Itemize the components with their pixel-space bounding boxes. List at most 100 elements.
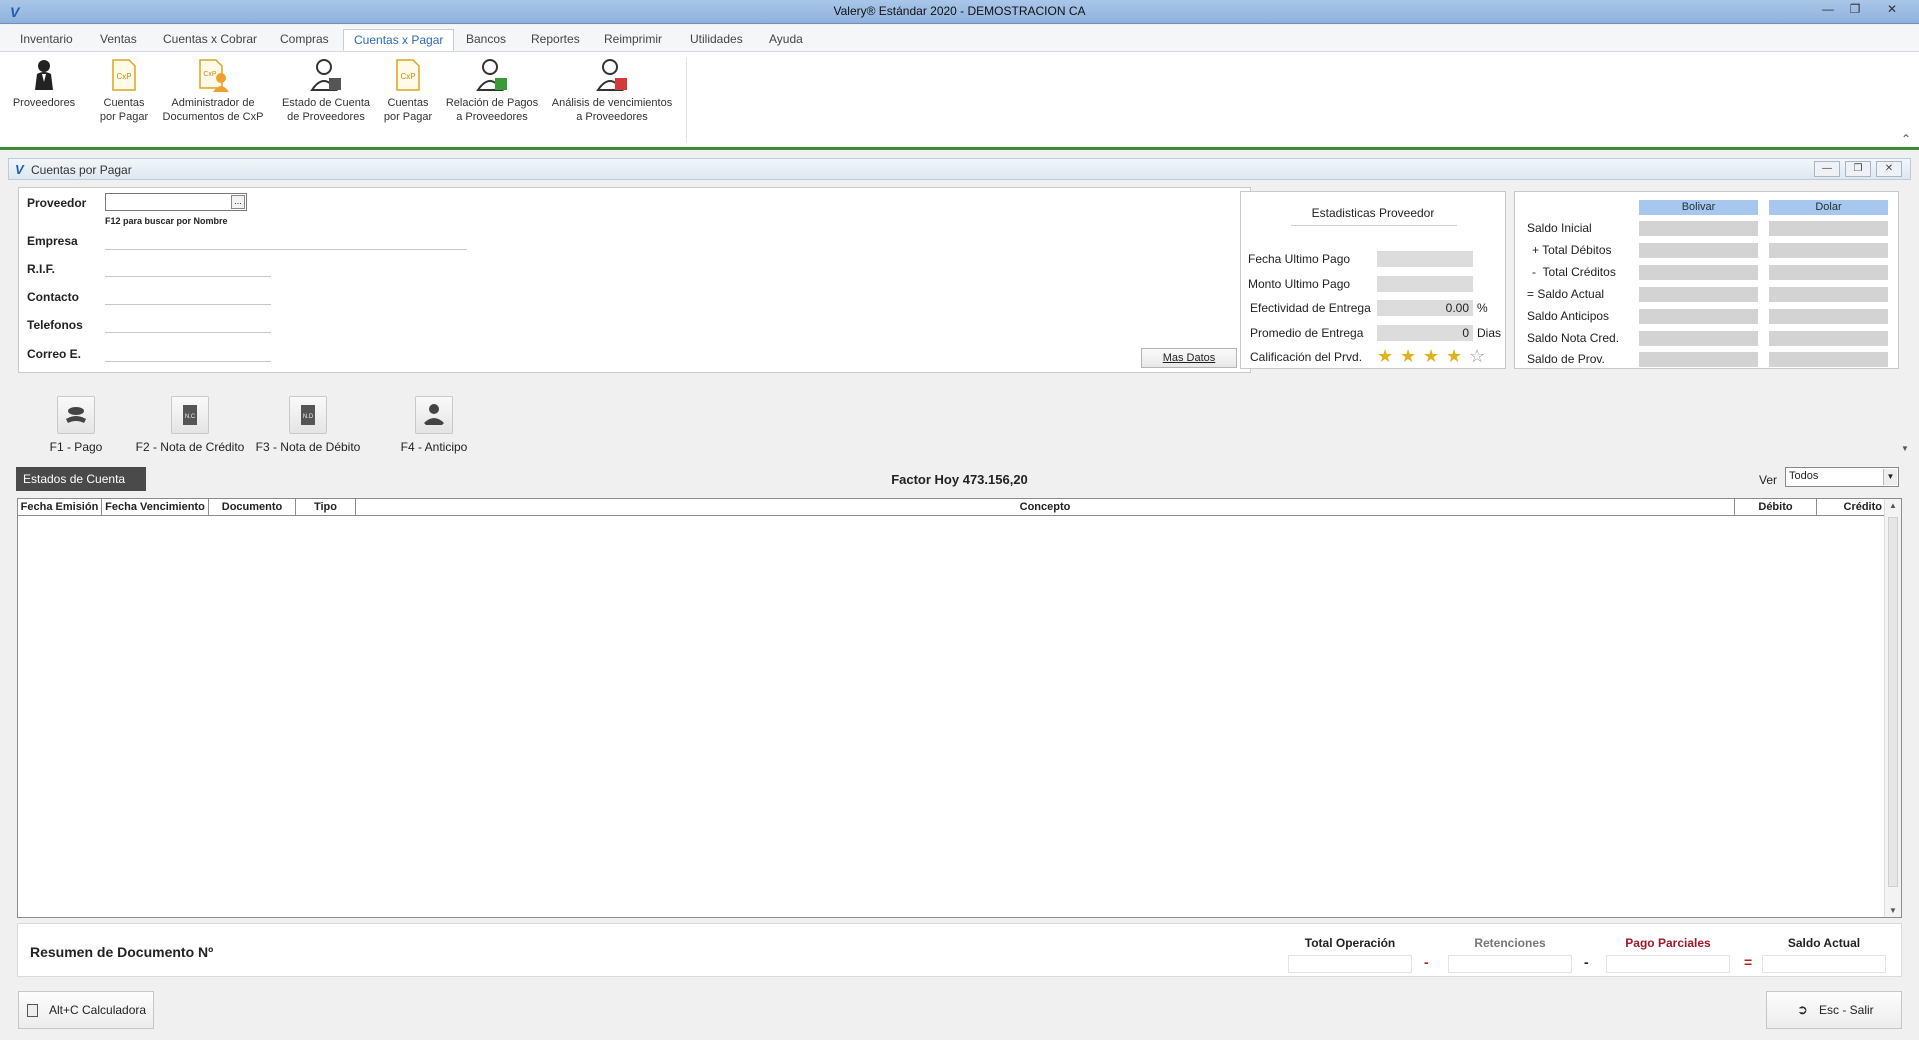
tab-inventario[interactable]: Inventario xyxy=(10,29,83,51)
rif-field[interactable] xyxy=(105,276,271,277)
payments-relation-icon xyxy=(475,58,509,92)
saldo-anticipos-bolivar xyxy=(1639,309,1758,324)
ribbon-relacion-de-pagos-button[interactable]: Relación de Pagos a Proveedores xyxy=(444,58,540,124)
total-debitos-bolivar xyxy=(1639,243,1758,258)
provider-panel: Proveedor ... F12 para buscar por Nombre… xyxy=(18,187,1251,373)
ribbon-administrador-documentos-button[interactable]: CxP Administrador de Documentos de CxP xyxy=(162,58,264,124)
col-fecha-emision[interactable]: Fecha Emisión xyxy=(18,499,102,516)
debit-note-icon: N.D xyxy=(289,396,327,434)
saldo-inicial-label: Saldo Inicial xyxy=(1527,221,1592,235)
rating-star-icon: ☆ xyxy=(1469,346,1486,366)
saldo-actual-bolivar xyxy=(1639,287,1758,302)
tab-bancos[interactable]: Bancos xyxy=(456,29,516,51)
telefonos-field[interactable] xyxy=(105,332,271,333)
scroll-down-icon[interactable]: ▼ xyxy=(1885,906,1901,915)
minimize-icon[interactable]: — xyxy=(1816,2,1840,20)
total-creditos-label: - Total Créditos xyxy=(1532,265,1616,279)
tab-reimprimir[interactable]: Reimprimir xyxy=(594,29,672,51)
dolar-header: Dolar xyxy=(1769,200,1888,215)
rif-label: R.I.F. xyxy=(27,262,56,276)
col-concepto[interactable]: Concepto xyxy=(356,499,1735,516)
grid-scrollbar[interactable]: ▲ ▼ xyxy=(1884,499,1901,917)
calculadora-button[interactable]: Alt+C Calculadora xyxy=(18,991,154,1029)
minus-operator: - xyxy=(1424,954,1429,970)
ribbon-cuentas-por-pagar-button[interactable]: CxP Cuentas por Pagar xyxy=(92,58,156,124)
f1-pago-button[interactable]: F1 - Pago xyxy=(26,396,126,454)
calculator-icon xyxy=(27,1004,38,1017)
saldo-nota-cred-dolar xyxy=(1769,331,1888,346)
document-summary: Resumen de Documento Nº Total Operación … xyxy=(17,923,1902,977)
collapse-ribbon-icon[interactable]: ⌃ xyxy=(1901,132,1911,146)
f2-nota-credito-button[interactable]: N.C F2 - Nota de Crédito xyxy=(128,396,252,454)
salir-button[interactable]: ➲ Esc - Salir xyxy=(1766,991,1902,1029)
balances-panel: Bolivar Dolar Saldo Inicial + Total Débi… xyxy=(1514,191,1899,369)
proveedor-label: Proveedor xyxy=(27,196,87,210)
ribbon-proveedores-button[interactable]: Proveedores xyxy=(8,58,80,110)
tab-compras[interactable]: Compras xyxy=(270,29,339,51)
child-close-icon[interactable]: ✕ xyxy=(1876,161,1902,177)
bolivar-header: Bolivar xyxy=(1639,200,1758,215)
col-documento[interactable]: Documento xyxy=(209,499,296,516)
empresa-field[interactable] xyxy=(105,249,467,250)
contacto-field[interactable] xyxy=(105,304,271,305)
total-debitos-label: + Total Débitos xyxy=(1532,243,1612,257)
scroll-up-icon[interactable]: ▲ xyxy=(1885,501,1901,510)
ribbon-tabs: Inventario Ventas Cuentas x Cobrar Compr… xyxy=(0,25,1919,52)
col-debito[interactable]: Débito xyxy=(1735,499,1817,516)
ver-selected-value: Todos xyxy=(1789,470,1819,482)
tab-cuentas-x-cobrar[interactable]: Cuentas x Cobrar xyxy=(153,29,267,51)
equals-operator: = xyxy=(1744,954,1753,970)
ribbon-cuentas-por-pagar-2-button[interactable]: CxP Cuentas por Pagar xyxy=(376,58,440,124)
saldo-actual-label: = Saldo Actual xyxy=(1527,287,1605,301)
close-icon[interactable]: ✕ xyxy=(1880,2,1904,20)
saldo-anticipos-label: Saldo Anticipos xyxy=(1527,309,1610,323)
saldo-actual-summary-field xyxy=(1762,955,1886,973)
child-minimize-icon[interactable]: — xyxy=(1814,161,1840,177)
tab-cuentas-x-pagar[interactable]: Cuentas x Pagar xyxy=(343,29,455,51)
svg-text:CxP: CxP xyxy=(203,71,217,78)
credit-note-icon: N.C xyxy=(171,396,209,434)
supplier-person-icon xyxy=(27,58,61,92)
col-fecha-vencimiento[interactable]: Fecha Vencimiento xyxy=(102,499,209,516)
proveedor-hint: F12 para buscar por Nombre xyxy=(105,216,228,226)
scrollbar-thumb[interactable] xyxy=(1888,517,1898,887)
correo-label: Correo E. xyxy=(27,347,82,361)
cxp-document-icon: CxP xyxy=(107,58,141,92)
ribbon: Proveedores CxP Cuentas por Pagar CxP Ad… xyxy=(0,52,1919,150)
tab-reportes[interactable]: Reportes xyxy=(521,29,590,51)
total-debitos-dolar xyxy=(1769,243,1888,258)
child-restore-icon[interactable]: ❐ xyxy=(1845,161,1871,177)
ver-select[interactable]: Todos ▼ xyxy=(1785,467,1899,487)
cxp-document-icon: CxP xyxy=(391,58,425,92)
col-credito[interactable]: Crédito xyxy=(1817,499,1884,516)
monto-ultimo-pago-label: Monto Ultimo Pago xyxy=(1248,277,1351,291)
saldo-anticipos-dolar xyxy=(1769,309,1888,324)
rating-star-icon: ★ xyxy=(1400,346,1417,366)
cxp-admin-icon: CxP xyxy=(196,58,230,92)
tab-ayuda[interactable]: Ayuda xyxy=(759,29,813,51)
proveedor-lookup-button[interactable]: ... xyxy=(231,195,245,209)
restore-icon[interactable]: ❐ xyxy=(1843,2,1867,20)
scroll-down-icon[interactable]: ▼ xyxy=(1901,444,1909,453)
proveedor-input[interactable]: ... xyxy=(105,193,247,211)
saldo-actual-dolar xyxy=(1769,287,1888,302)
retenciones-label: Retenciones xyxy=(1474,936,1546,950)
ribbon-analisis-vencimientos-button[interactable]: Análisis de vencimientos a Proveedores xyxy=(548,58,676,124)
empresa-label: Empresa xyxy=(27,234,78,248)
f3-nota-debito-button[interactable]: N.D F3 - Nota de Débito xyxy=(252,396,364,454)
monto-ultimo-pago-value xyxy=(1377,276,1473,292)
factor-hoy: Factor Hoy 473.156,20 xyxy=(8,472,1911,487)
ver-label: Ver xyxy=(1759,473,1778,487)
mas-datos-button[interactable]: Mas Datos xyxy=(1141,348,1237,368)
ribbon-estado-de-cuenta-button[interactable]: Estado de Cuenta de Proveedores xyxy=(278,58,374,124)
correo-field[interactable] xyxy=(105,361,271,362)
saldo-nota-cred-bolivar xyxy=(1639,331,1758,346)
f4-anticipo-button[interactable]: F4 - Anticipo xyxy=(384,396,484,454)
col-tipo[interactable]: Tipo xyxy=(296,499,356,516)
efectividad-value: 0.00 xyxy=(1377,300,1473,316)
tab-ventas[interactable]: Ventas xyxy=(90,29,147,51)
tab-utilidades[interactable]: Utilidades xyxy=(680,29,753,51)
exit-door-icon: ➲ xyxy=(1797,1002,1808,1017)
contacto-label: Contacto xyxy=(27,290,79,304)
chevron-down-icon[interactable]: ▼ xyxy=(1883,469,1897,485)
